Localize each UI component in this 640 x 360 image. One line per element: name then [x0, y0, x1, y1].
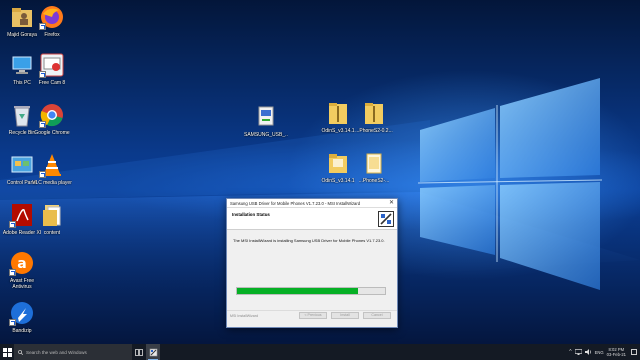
desktop-icon-bandizip[interactable]: Bandizip [2, 300, 42, 344]
system-tray: ^ ENG 8:02 PM 03-Feb-21 [569, 344, 640, 360]
desktop-icon-content-folder[interactable]: content [32, 202, 72, 248]
taskbar-search[interactable]: Search the web and Windows [14, 344, 132, 360]
desktop-icon-avast[interactable]: a Avast Free Antivirus [2, 250, 42, 296]
desktop-icon-label: OdinS_v3.14.1 [321, 128, 355, 134]
installer-body: The MSI InstallWizard is installing Sams… [227, 230, 397, 320]
task-view-button[interactable] [132, 344, 146, 360]
desktop-icon-label: Bandizip [12, 328, 32, 334]
taskbar: Search the web and Windows ^ ENG 8:02 PM… [0, 344, 640, 360]
window-titlebar[interactable]: Samsung USB Driver for Mobile Phones V1.… [227, 199, 397, 208]
folder-icon [39, 202, 65, 228]
installer-app-icon [149, 348, 157, 356]
desktop-icon-label: VLC media player [32, 180, 72, 186]
desktop-icon-samsung-installer[interactable]: SAMSUNG_USB_... [244, 104, 288, 150]
folder-icon [325, 150, 351, 176]
file-icon [361, 150, 387, 176]
window-title: Samsung USB Driver for Mobile Phones V1.… [230, 200, 361, 206]
page-heading: Installation Status [232, 212, 270, 217]
desktop-wallpaper: Majid Goraya Firefox This PC Free Cam 8 … [0, 0, 640, 344]
language-indicator[interactable]: ENG [595, 350, 604, 355]
previous-button[interactable]: < Previous [299, 312, 327, 319]
volume-icon[interactable] [584, 349, 592, 355]
desktop-icon-chrome[interactable]: Google Chrome [32, 102, 72, 148]
desktop-icon-label: Google Chrome [34, 130, 70, 136]
close-button[interactable]: ✕ [388, 200, 395, 207]
installer-window[interactable]: Samsung USB Driver for Mobile Phones V1.… [226, 198, 398, 328]
desktop-icon-odin-folder[interactable]: OdinS_v3.14.1 [318, 150, 358, 196]
clock-date: 03-Feb-21 [606, 352, 626, 357]
svg-text:a: a [17, 256, 26, 272]
vlc-icon [39, 152, 65, 178]
search-placeholder: Search the web and Windows [26, 349, 87, 355]
windows-start-icon [2, 347, 12, 357]
progress-fill [237, 288, 359, 294]
desktop-icon-phone-zip[interactable]: ...PhoneS2-0.2... [354, 100, 394, 146]
status-message: The MSI InstallWizard is installing Sams… [233, 238, 385, 243]
taskbar-installer-app[interactable] [146, 344, 160, 360]
bandizip-icon [9, 300, 35, 326]
clock[interactable]: 8:02 PM 03-Feb-21 [607, 347, 626, 357]
network-icon[interactable] [574, 349, 582, 355]
desktop-icon-label: ...PhoneS2-0.2... [355, 128, 393, 134]
notifications-icon[interactable] [631, 349, 637, 355]
desktop-icon-label: This PC [13, 80, 31, 86]
desktop-icon-phone-file[interactable]: ...PhoneS2-... [354, 150, 394, 196]
footer-divider [227, 310, 397, 311]
firefox-icon [39, 4, 65, 30]
footer-brand: MSI InstallWizard [230, 314, 258, 318]
desktop-icon-label: Free Cam 8 [38, 80, 66, 86]
free-cam-icon [39, 52, 65, 78]
zip-folder-icon [325, 100, 351, 126]
chrome-icon [39, 102, 65, 128]
desktop-icon-label: content [43, 230, 61, 236]
start-button[interactable] [0, 344, 14, 360]
search-icon [18, 349, 23, 355]
desktop-icon-odin-zip[interactable]: OdinS_v3.14.1 [318, 100, 358, 146]
desktop-icon-label: Firefox [44, 32, 60, 38]
zip-folder-icon [361, 100, 387, 126]
installer-logo-icon [378, 211, 394, 227]
desktop-icon-label: SAMSUNG_USB_... [244, 132, 288, 138]
task-view-icon [135, 348, 143, 356]
desktop-icon-free-cam[interactable]: Free Cam 8 [32, 52, 72, 98]
desktop-icon-label: Avast Free Antivirus [9, 278, 35, 290]
desktop-icon-firefox[interactable]: Firefox [32, 4, 72, 50]
desktop-icon-vlc[interactable]: VLC media player [32, 152, 72, 198]
desktop-icon-label: OdinS_v3.14.1 [321, 178, 355, 184]
installer-file-icon [253, 104, 279, 130]
tray-chevron-icon[interactable]: ^ [569, 349, 571, 355]
installer-banner: Installation Status [227, 208, 397, 230]
progress-bar [236, 287, 386, 295]
avast-icon: a [9, 250, 35, 276]
cancel-button[interactable]: Cancel [363, 312, 391, 319]
desktop-icon-label: ...PhoneS2-... [358, 178, 390, 184]
install-button[interactable]: Install [331, 312, 359, 319]
